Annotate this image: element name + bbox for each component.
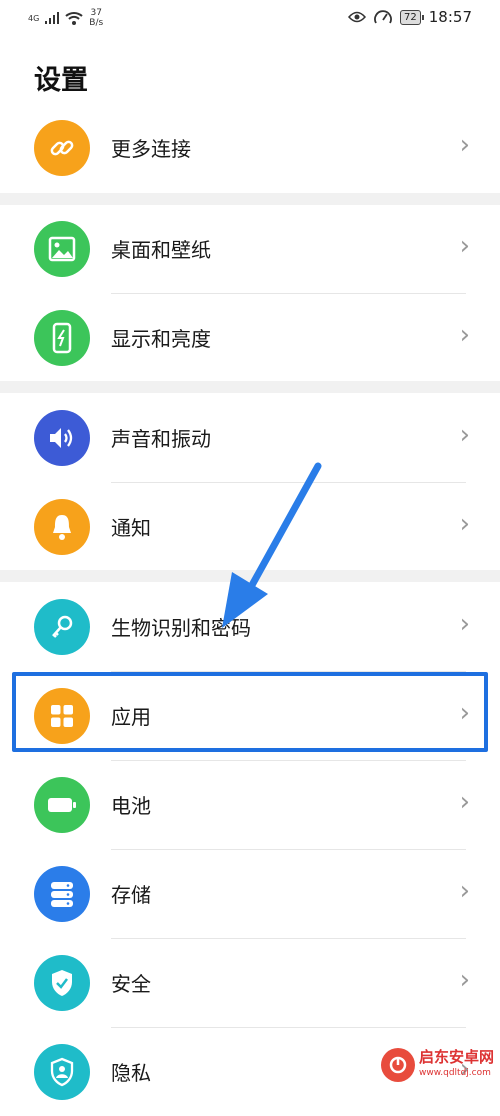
site-watermark: 启东安卓网 www.qdltdj.com xyxy=(380,1048,494,1082)
watermark-text: 启东安卓网 www.qdltdj.com xyxy=(419,1049,494,1081)
watermark-url: www.qdltdj.com xyxy=(418,1068,491,1078)
pointer-arrow-icon xyxy=(222,462,322,628)
watermark-name: 启东安卓网 xyxy=(418,1048,494,1066)
watermark-logo-icon xyxy=(380,1048,415,1082)
